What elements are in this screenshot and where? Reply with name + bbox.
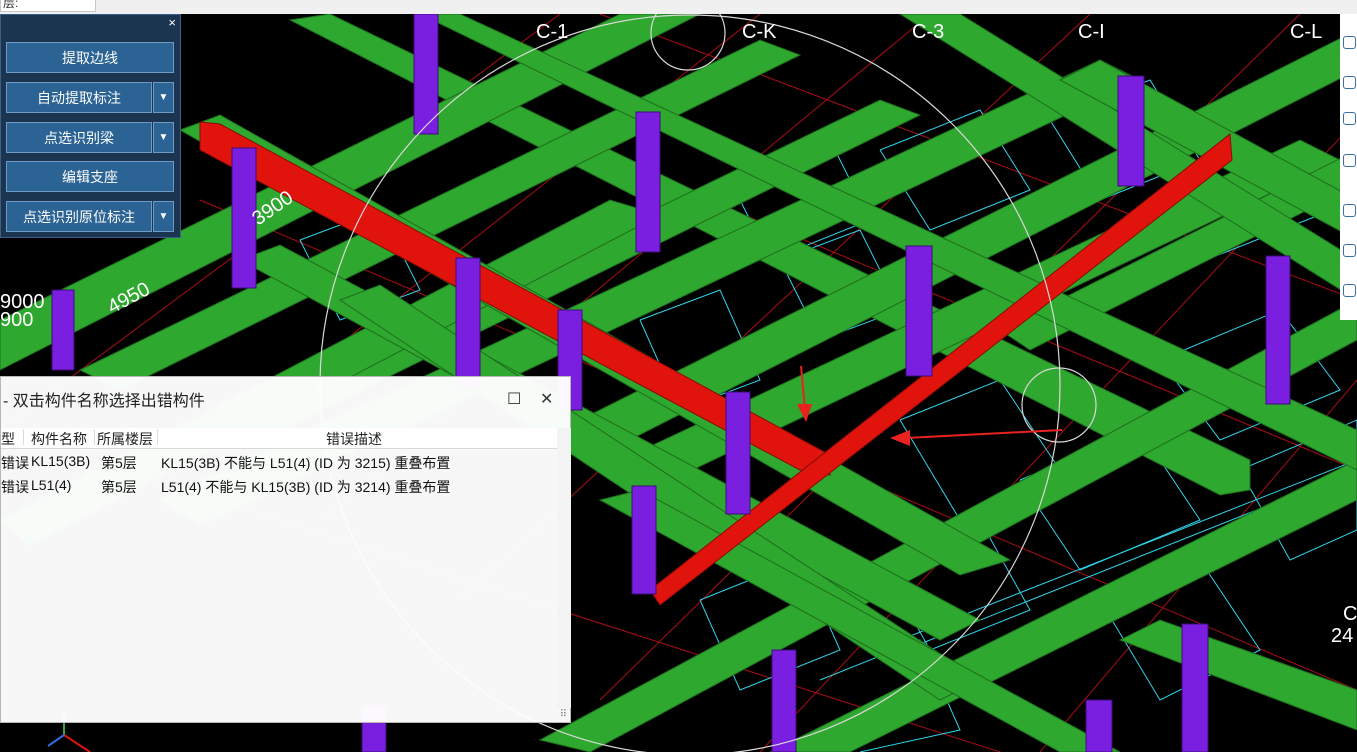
- maximize-icon[interactable]: ☐: [507, 389, 521, 409]
- component-name-cell[interactable]: L51(4): [31, 477, 71, 493]
- axis-label: 24: [1331, 625, 1353, 647]
- resize-grip-icon[interactable]: ⠿: [560, 709, 567, 720]
- view-toolbar: [1340, 14, 1357, 320]
- orbit-icon[interactable]: [1343, 36, 1356, 49]
- zoom-icon[interactable]: [1343, 76, 1356, 89]
- extract-edges-button[interactable]: 提取边线: [6, 42, 174, 73]
- axis-label: C-L: [1290, 21, 1322, 43]
- axis-label: C-3: [912, 21, 944, 43]
- pick-identify-in-situ-annotation-dropdown-icon[interactable]: ▼: [153, 201, 174, 232]
- error-table-header: 型 构件名称 所属楼层 错误描述: [1, 428, 557, 449]
- column-header-floor[interactable]: 所属楼层: [97, 429, 153, 449]
- error-description-cell: L51(4) 不能与 KL15(3B) (ID 为 3214) 重叠布置: [161, 479, 451, 495]
- list-icon[interactable]: [1343, 284, 1356, 297]
- top-bar: 层:: [0, 0, 1357, 15]
- column-header-description[interactable]: 错误描述: [326, 429, 382, 449]
- pick-identify-beam-button[interactable]: 点选识别梁: [6, 122, 152, 153]
- floor-cell: 第5层: [101, 479, 137, 495]
- auto-extract-annotation-button[interactable]: 自动提取标注: [6, 82, 152, 113]
- table-row[interactable]: 错误 KL15(3B) 第5层 KL15(3B) 不能与 L51(4) (ID …: [1, 451, 557, 473]
- axis-label: C: [1343, 603, 1357, 625]
- axis-label: C-I: [1078, 21, 1105, 43]
- view-cube-icon[interactable]: [1343, 112, 1356, 125]
- floor-tab[interactable]: 层:: [0, 0, 96, 12]
- pick-identify-beam-dropdown-icon[interactable]: ▼: [153, 122, 174, 153]
- close-icon[interactable]: ✕: [540, 389, 553, 409]
- view-box-icon[interactable]: [1343, 154, 1356, 167]
- edit-support-button[interactable]: 编辑支座: [6, 161, 174, 192]
- error-type-cell: 错误: [1, 455, 29, 471]
- error-type-cell: 错误: [1, 479, 29, 495]
- column-header-name[interactable]: 构件名称: [31, 429, 87, 449]
- table-row[interactable]: 错误 L51(4) 第5层 L51(4) 不能与 KL15(3B) (ID 为 …: [1, 475, 557, 497]
- dimension-label: 900: [0, 309, 33, 331]
- error-description-cell: KL15(3B) 不能与 L51(4) (ID 为 3215) 重叠布置: [161, 455, 451, 471]
- axis-label: C-K: [742, 21, 777, 43]
- settings-icon[interactable]: [1343, 244, 1356, 257]
- toolbar-close-icon[interactable]: ×: [168, 16, 176, 29]
- auto-extract-annotation-dropdown-icon[interactable]: ▼: [153, 82, 174, 113]
- axis-label: C-1: [536, 21, 568, 43]
- beam-recognition-toolbar: × 提取边线 自动提取标注 ▼ 点选识别梁 ▼ 编辑支座 点选识别原位标注 ▼: [0, 14, 181, 238]
- dialog-scrollbar[interactable]: [557, 428, 571, 708]
- column-header-type[interactable]: 型: [1, 429, 15, 449]
- error-check-dialog: - 双击构件名称选择出错构件 ☐ ✕ 型 构件名称 所属楼层 错误描述 错误 K…: [0, 376, 571, 723]
- dialog-title: - 双击构件名称选择出错构件: [3, 393, 205, 410]
- frame-icon[interactable]: [1343, 204, 1356, 217]
- component-name-cell[interactable]: KL15(3B): [31, 453, 90, 469]
- pick-identify-in-situ-annotation-button[interactable]: 点选识别原位标注: [6, 201, 152, 232]
- floor-cell: 第5层: [101, 455, 137, 471]
